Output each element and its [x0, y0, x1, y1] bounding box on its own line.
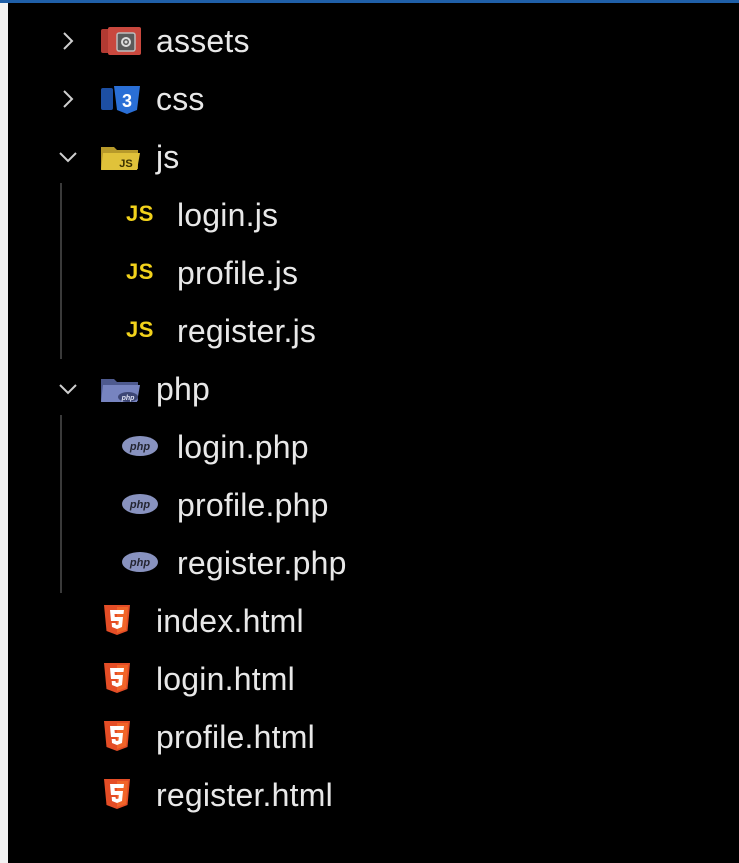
tree-item-label: register.js	[177, 313, 317, 349]
tree-item-label: register.html	[156, 777, 333, 813]
tree-item-profile-html[interactable]: profile.html	[8, 707, 739, 765]
tree-item-label: php	[156, 371, 210, 407]
tree-item-js[interactable]: JS js	[8, 127, 739, 185]
tree-item-assets[interactable]: assets	[8, 11, 739, 69]
php-file-icon: php	[121, 492, 159, 516]
html5-file-icon	[102, 720, 132, 752]
js-file-icon: JS	[126, 201, 154, 226]
php-file-icon: php	[121, 434, 159, 458]
svg-text:3: 3	[122, 91, 132, 111]
html5-file-icon	[102, 604, 132, 636]
js-file-icon: JS	[126, 317, 154, 342]
css-folder-icon: 3	[100, 83, 142, 115]
tree-item-label: index.html	[156, 603, 304, 639]
tree-item-register-js[interactable]: JS register.js	[8, 301, 739, 359]
tree-item-label: css	[156, 81, 205, 117]
tree-item-label: register.php	[177, 545, 347, 581]
tree-item-label: profile.js	[177, 255, 299, 291]
chevron-right-icon[interactable]	[58, 31, 78, 51]
tree-item-profile-js[interactable]: JS profile.js	[8, 243, 739, 301]
tree-item-label: js	[156, 139, 180, 175]
file-explorer-window: assets 3 css JS js JS login.js JS profil…	[0, 0, 739, 863]
tree-item-label: assets	[156, 23, 250, 59]
tree-item-login-js[interactable]: JS login.js	[8, 185, 739, 243]
chevron-down-icon[interactable]	[58, 147, 78, 167]
php-file-icon: php	[121, 550, 159, 574]
tree-item-login-html[interactable]: login.html	[8, 649, 739, 707]
html5-file-icon	[102, 662, 132, 694]
tree-item-index-html[interactable]: index.html	[8, 591, 739, 649]
chevron-right-icon[interactable]	[58, 89, 78, 109]
tree-item-register-html[interactable]: register.html	[8, 765, 739, 823]
tree-item-php[interactable]: php php	[8, 359, 739, 417]
html5-file-icon	[102, 778, 132, 810]
js-folder-icon: JS	[100, 141, 142, 173]
tree-item-profile-php[interactable]: php profile.php	[8, 475, 739, 533]
tree-item-label: login.html	[156, 661, 295, 697]
svg-text:php: php	[121, 395, 136, 402]
tree-item-css[interactable]: 3 css	[8, 69, 739, 127]
tree-item-label: login.js	[177, 197, 279, 233]
tree-item-login-php[interactable]: php login.php	[8, 417, 739, 475]
svg-text:php: php	[129, 441, 150, 453]
svg-text:php: php	[129, 557, 150, 569]
left-edge	[0, 3, 8, 863]
assets-folder-icon	[100, 25, 142, 57]
svg-text:php: php	[129, 499, 150, 511]
php-folder-icon: php	[100, 373, 142, 405]
tree-item-label: login.php	[177, 429, 309, 465]
tree-item-label: profile.php	[177, 487, 329, 523]
js-file-icon: JS	[126, 259, 154, 284]
tree-item-label: profile.html	[156, 719, 315, 755]
tree-item-register-php[interactable]: php register.php	[8, 533, 739, 591]
file-tree: assets 3 css JS js JS login.js JS profil…	[8, 3, 739, 863]
chevron-down-icon[interactable]	[58, 379, 78, 399]
svg-text:JS: JS	[119, 158, 132, 170]
